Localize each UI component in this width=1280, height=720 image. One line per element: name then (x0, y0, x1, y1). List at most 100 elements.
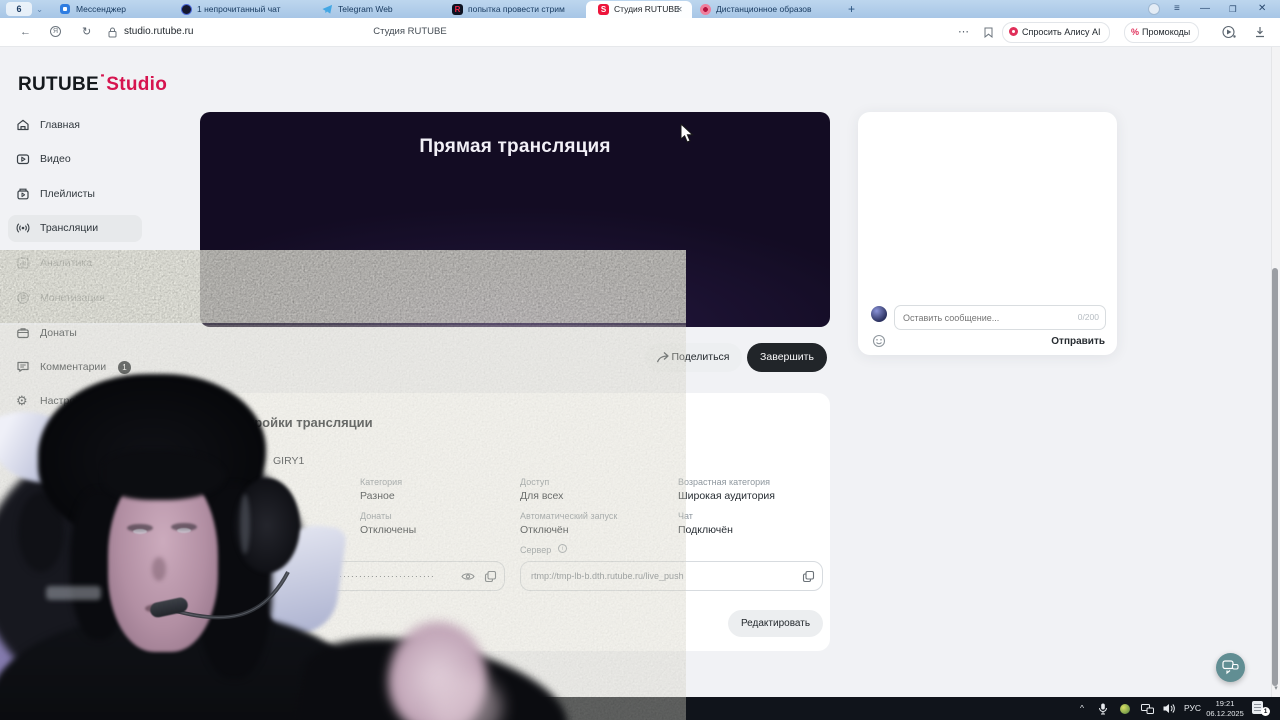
taskbar-clock[interactable]: 19:21 06.12.2025 (1200, 699, 1250, 718)
sidebar-item-video[interactable]: Видео (8, 146, 158, 173)
site-lock-icon[interactable] (108, 27, 117, 38)
share-icon (656, 352, 669, 363)
messenger-tab-icon (60, 4, 70, 14)
tray-network-icon[interactable] (1141, 704, 1154, 714)
sidebar-item-home[interactable]: Главная (8, 112, 158, 139)
sidebar-item-settings[interactable]: ⚙ Настройки (8, 388, 158, 415)
browser-menu-icon[interactable]: ≡ (1174, 0, 1180, 18)
webcam-eye-left (127, 524, 153, 532)
webcam-earcup-left (18, 492, 64, 572)
gear-icon: ⚙ (16, 393, 28, 408)
stream-key-field[interactable]: ········································… (248, 561, 505, 591)
tray-volume-icon[interactable] (1163, 703, 1176, 714)
copy-icon[interactable] (802, 570, 815, 583)
tab-counter-button[interactable]: 6 (6, 2, 32, 16)
window-restore-icon[interactable]: ❐ (1229, 0, 1237, 18)
edit-button[interactable]: Редактировать (728, 610, 823, 637)
wallet-icon (17, 328, 29, 339)
field-value: Подключён (678, 524, 733, 536)
finish-stream-button[interactable]: Завершить (747, 343, 827, 372)
video-icon (16, 154, 30, 165)
analytics-icon (17, 257, 29, 269)
download-icon[interactable] (1254, 26, 1266, 38)
webcam-chair-label-smudge (46, 586, 101, 600)
field-label: Возрастная категория (678, 477, 770, 487)
field-value: Отключён (520, 524, 569, 536)
rutube-r-tab-icon: R (452, 3, 463, 15)
ruble-circle-icon (17, 292, 29, 304)
settings-heading: Настройки трансляции (224, 415, 373, 430)
tab-close-icon[interactable]: ✕ (676, 5, 683, 14)
copy-icon[interactable] (484, 570, 497, 583)
overflow-icon[interactable]: ⋯ (958, 18, 969, 46)
chat-message-input[interactable] (895, 306, 1105, 329)
chat-message-field[interactable]: 0/200 (894, 305, 1106, 330)
sidebar-item-donates[interactable]: Донаты (8, 320, 158, 347)
share-button[interactable]: Поделиться (645, 343, 742, 372)
stream-key-masked-value: ········································… (259, 571, 435, 581)
info-icon[interactable]: i (558, 544, 567, 553)
field-label: Чат (678, 511, 693, 521)
field-value: Для всех (520, 490, 564, 502)
new-tab-button[interactable]: + (848, 0, 855, 18)
rutube-s-tab-icon: S (598, 4, 609, 15)
tab-unread-chat[interactable]: 1 непрочитанный чат (197, 0, 281, 18)
scrollbar-down-arrow[interactable]: ▾ (1272, 684, 1280, 692)
rutube-studio-logo[interactable]: RUTUBE˙Studio (18, 72, 167, 96)
chat-user-avatar (871, 306, 887, 322)
tab-distance-education[interactable]: Дистанционное образов (716, 0, 834, 18)
server-url-field[interactable] (520, 561, 823, 591)
webcam-eye-right (171, 523, 197, 531)
sidebar-item-comments[interactable]: Комментарии 1 (8, 354, 158, 381)
notes-count-badge: 1 (1261, 707, 1270, 716)
sidebar-item-playlists[interactable]: Плейлисты (8, 181, 158, 208)
server-url-input[interactable] (521, 562, 822, 590)
webcam-eye-white-right (177, 528, 191, 533)
sidebar-item-broadcasts[interactable]: Трансляции (8, 215, 142, 242)
tray-hidden-icons-caret[interactable]: ^ (1080, 697, 1084, 720)
reload-icon[interactable]: ↻ (82, 18, 91, 46)
webcam-eye-white-left (133, 529, 147, 534)
tab-counter-chevron-icon[interactable]: ⌄ (36, 0, 43, 18)
field-value: Отключены (360, 524, 417, 536)
window-close-icon[interactable]: ✕ (1258, 0, 1266, 18)
alice-ai-button[interactable]: Спросить Алису AI (1002, 22, 1110, 43)
browser-profile-avatar[interactable] (1148, 3, 1160, 15)
chat-bubbles-icon (1222, 660, 1239, 675)
field-value: Разное (360, 490, 395, 502)
clock-time: 19:21 (1215, 699, 1235, 708)
webcam-mic-tip (148, 596, 190, 619)
emoji-icon[interactable] (872, 334, 886, 348)
tab-messenger[interactable]: Мессенджер (76, 0, 126, 18)
eye-icon[interactable] (461, 571, 475, 582)
field-label: Донаты (360, 511, 392, 521)
field-label: Категория (360, 477, 403, 487)
browser-tab-strip: 6 ⌄ Мессенджер 1 непрочитанный чат Teleg… (0, 0, 1280, 18)
promo-codes-button[interactable]: % Промокоды (1124, 22, 1200, 43)
page-scrollbar-thumb[interactable] (1272, 268, 1278, 686)
tray-language-indicator[interactable]: РУС (1184, 697, 1201, 720)
player-title: Прямая трансляция (419, 136, 611, 157)
tray-app-icon[interactable] (1120, 704, 1130, 714)
tab-stream-attempt[interactable]: попытка провести стрим (468, 0, 565, 18)
sidebar-item-monetization[interactable]: Монетизация (8, 285, 158, 312)
back-icon[interactable]: ← (20, 18, 31, 46)
playlist-icon (17, 188, 29, 200)
video-translate-icon[interactable] (1222, 25, 1236, 39)
live-preview-player: Прямая трансляция (200, 112, 830, 327)
tab-studio-rutube[interactable]: S Студия RUTUBE ✕ (586, 1, 692, 18)
broadcast-icon (16, 223, 30, 233)
yandex-icon[interactable]: Я (50, 26, 61, 37)
webcam-nose-shadow (152, 557, 166, 581)
url-text[interactable]: studio.rutube.ru (124, 18, 194, 46)
tray-microphone-icon[interactable] (1098, 703, 1108, 715)
comment-icon (17, 361, 29, 372)
send-button[interactable]: Отправить (1051, 336, 1105, 347)
sidebar-item-analytics[interactable]: Аналитика (8, 250, 158, 277)
bookmark-icon[interactable] (984, 27, 993, 38)
support-chat-fab[interactable] (1216, 653, 1245, 682)
window-minimize-icon[interactable]: — (1200, 0, 1210, 18)
tab-telegram[interactable]: Telegram Web (338, 0, 393, 18)
stream-title-text: GIRY1 (273, 455, 305, 467)
windows-taskbar: ^ РУС 19:21 06.12.2025 1 (0, 697, 1280, 720)
